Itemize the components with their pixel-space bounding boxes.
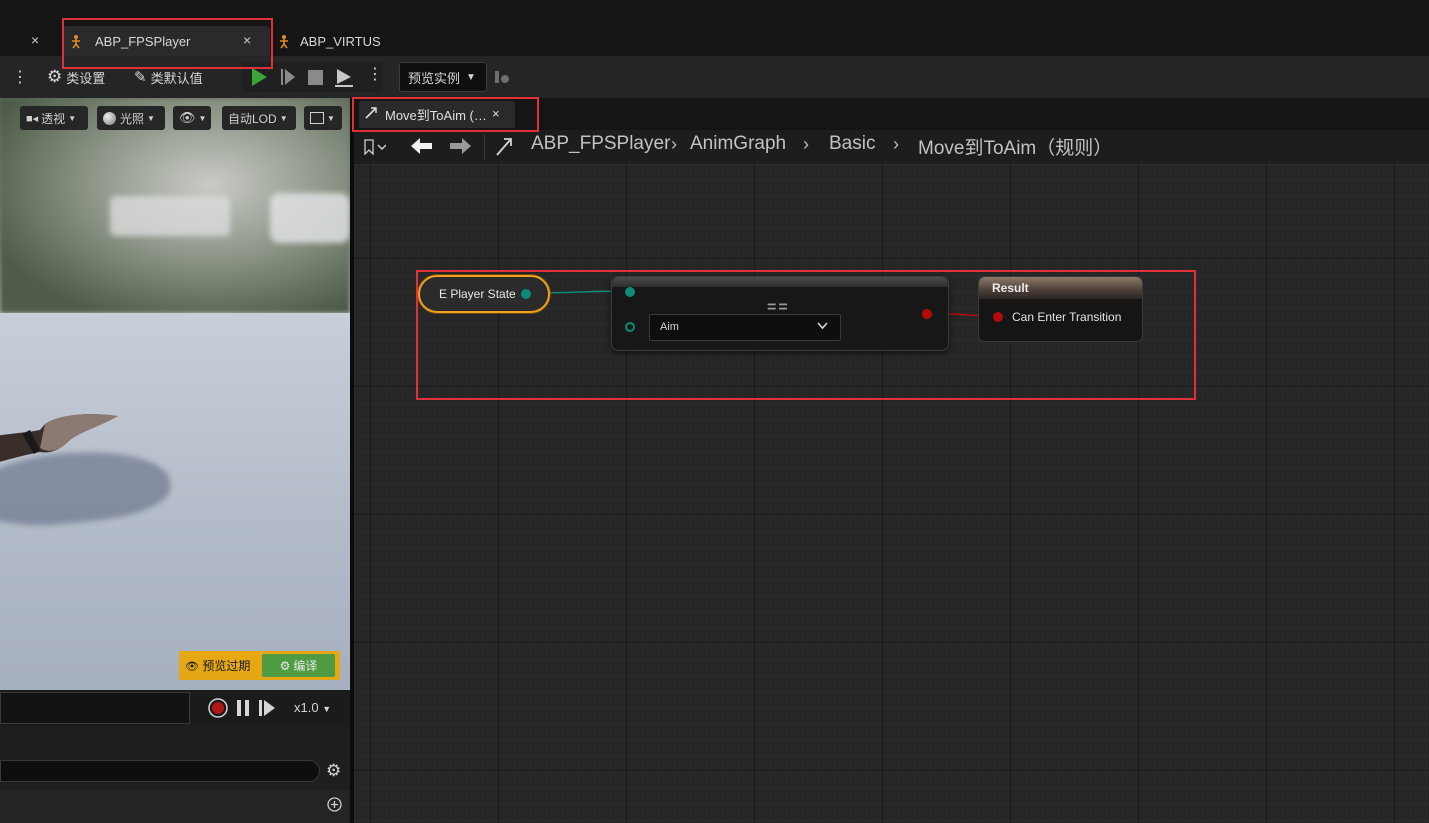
highlight-box-tab [62,18,273,69]
highlight-box-nodes [416,270,1196,400]
highlight-box-graph-tab [352,97,539,132]
graph-wires [524,290,998,317]
